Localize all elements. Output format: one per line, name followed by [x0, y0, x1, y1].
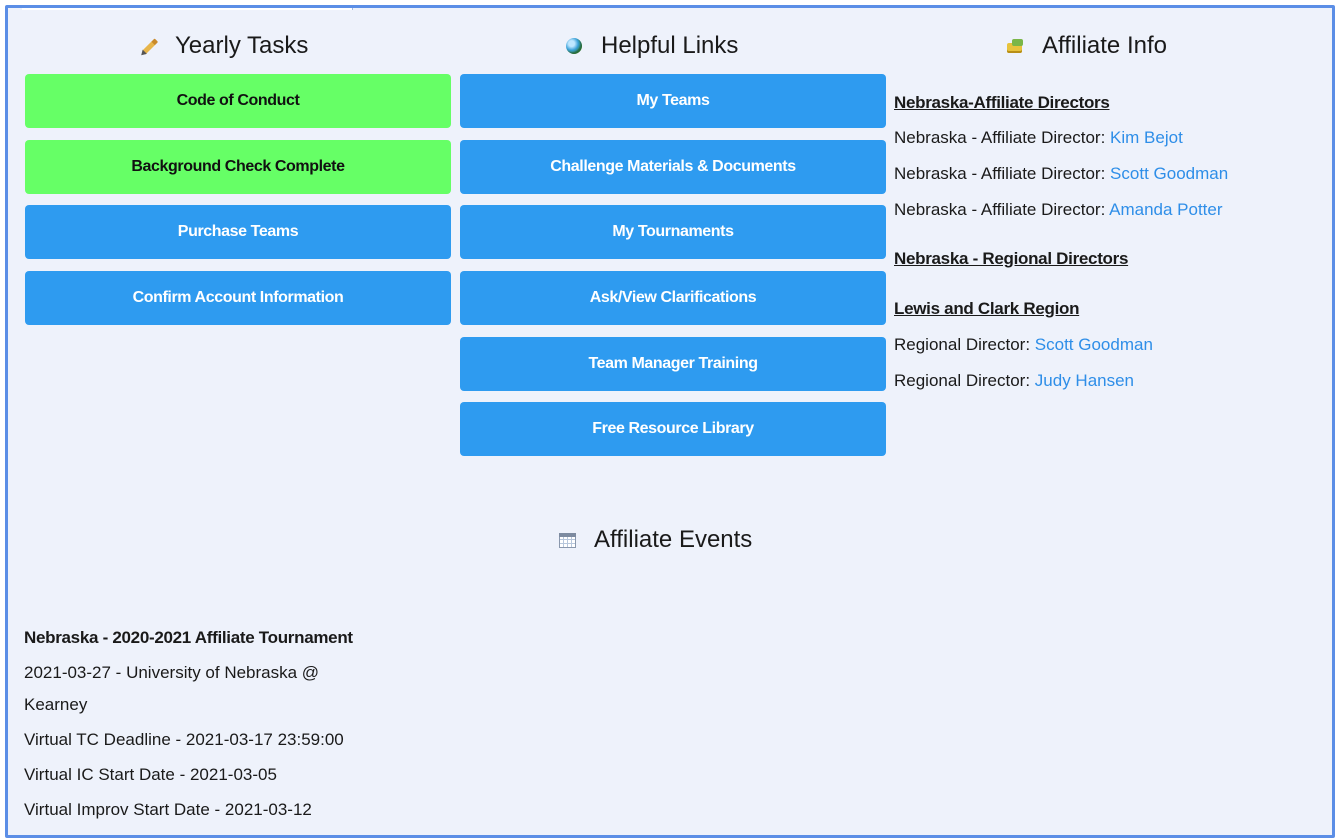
clarifications-button[interactable]: Ask/View Clarifications: [460, 271, 886, 325]
top-edge-tab: [22, 8, 353, 10]
affiliate-info-heading: Affiliate Info: [1006, 32, 1167, 60]
affiliate-info-title: Affiliate Info: [1042, 32, 1167, 59]
yearly-tasks-heading: Yearly Tasks: [139, 32, 308, 60]
ic-start-date: Virtual IC Start Date - 2021-03-05: [24, 765, 277, 784]
affiliate-events-heading: Affiliate Events: [558, 526, 752, 554]
affiliate-events-title: Affiliate Events: [594, 526, 753, 553]
director-role-label: Nebraska - Affiliate Director:: [894, 128, 1111, 147]
director-role-label: Nebraska - Affiliate Director:: [894, 200, 1110, 219]
event-title: Nebraska - 2020-2021 Affiliate Tournamen…: [24, 628, 353, 647]
director-link[interactable]: Kim Bejot: [1110, 128, 1183, 147]
free-resource-library-button[interactable]: Free Resource Library: [460, 402, 886, 456]
pencil-icon: [139, 36, 159, 56]
dashboard-panel: Yearly Tasks Helpful Links Affiliate Inf…: [5, 5, 1335, 838]
regional-director-row: Regional Director: Judy Hansen: [894, 371, 1134, 391]
director-link[interactable]: Amanda Potter: [1109, 200, 1222, 219]
globe-icon: [565, 36, 585, 56]
helpful-links-heading: Helpful Links: [565, 32, 738, 60]
background-check-button[interactable]: Background Check Complete: [25, 140, 451, 194]
affiliate-directors-heading: Nebraska-Affiliate Directors: [894, 93, 1110, 112]
challenge-materials-button[interactable]: Challenge Materials & Documents: [460, 140, 886, 194]
director-role-label: Nebraska - Affiliate Director:: [894, 164, 1111, 183]
regional-role-label: Regional Director:: [894, 335, 1035, 354]
regional-director-row: Regional Director: Scott Goodman: [894, 335, 1153, 355]
event-date-location: 2021-03-27 - University of Nebraska @: [24, 663, 320, 682]
my-tournaments-button[interactable]: My Tournaments: [460, 205, 886, 259]
regional-directors-heading: Nebraska - Regional Directors: [894, 249, 1129, 268]
code-of-conduct-button[interactable]: Code of Conduct: [25, 74, 451, 128]
confirm-account-button[interactable]: Confirm Account Information: [25, 271, 451, 325]
purchase-teams-button[interactable]: Purchase Teams: [25, 205, 451, 259]
affiliate-director-row: Nebraska - Affiliate Director: Kim Bejot: [894, 128, 1183, 148]
event-location-continued: Kearney: [24, 695, 88, 714]
regional-director-link[interactable]: Judy Hansen: [1035, 371, 1134, 390]
affiliate-director-row: Nebraska - Affiliate Director: Scott Goo…: [894, 164, 1228, 184]
region-name-heading: Lewis and Clark Region: [894, 299, 1080, 318]
helpful-links-title: Helpful Links: [601, 32, 739, 59]
tc-deadline: Virtual TC Deadline - 2021-03-17 23:59:0…: [24, 730, 344, 749]
yearly-tasks-title: Yearly Tasks: [175, 32, 309, 59]
folder-icon: [1006, 36, 1026, 56]
calendar-icon: [558, 530, 578, 550]
regional-role-label: Regional Director:: [894, 371, 1035, 390]
team-manager-training-button[interactable]: Team Manager Training: [460, 337, 886, 391]
my-teams-button[interactable]: My Teams: [460, 74, 886, 128]
affiliate-director-row: Nebraska - Affiliate Director: Amanda Po…: [894, 200, 1223, 220]
improv-start-date: Virtual Improv Start Date - 2021-03-12: [24, 800, 312, 819]
director-link[interactable]: Scott Goodman: [1110, 164, 1228, 183]
regional-director-link[interactable]: Scott Goodman: [1035, 335, 1153, 354]
